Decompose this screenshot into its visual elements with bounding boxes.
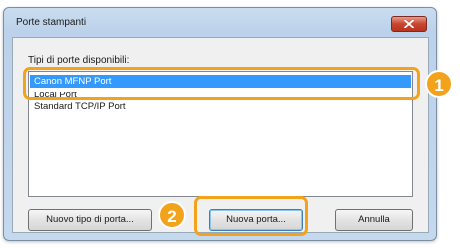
close-button[interactable]: [391, 16, 427, 32]
port-types-list[interactable]: Canon MFNP Port Local Port Standard TCP/…: [28, 71, 413, 197]
close-icon: [404, 20, 414, 28]
list-item-local-port[interactable]: Local Port: [30, 92, 411, 100]
list-item-canon-mfnp-port[interactable]: Canon MFNP Port: [30, 75, 411, 88]
callout-2-badge: 2: [158, 201, 186, 229]
new-port-button[interactable]: Nuova porta...: [209, 209, 303, 231]
dialog-body: Tipi di porte disponibili: Canon MFNP Po…: [12, 37, 429, 233]
callout-1-badge: 1: [425, 70, 453, 98]
cancel-button[interactable]: Annulla: [335, 209, 413, 231]
title-bar[interactable]: Porte stampanti: [4, 8, 436, 36]
list-item-standard-tcpip-port[interactable]: Standard TCP/IP Port: [30, 100, 411, 113]
new-port-type-button[interactable]: Nuovo tipo di porta...: [28, 209, 152, 231]
printer-ports-dialog: Porte stampanti Tipi di porte disponibil…: [3, 7, 437, 241]
window-title: Porte stampanti: [16, 17, 87, 28]
available-port-types-label: Tipi di porte disponibili:: [28, 55, 130, 66]
